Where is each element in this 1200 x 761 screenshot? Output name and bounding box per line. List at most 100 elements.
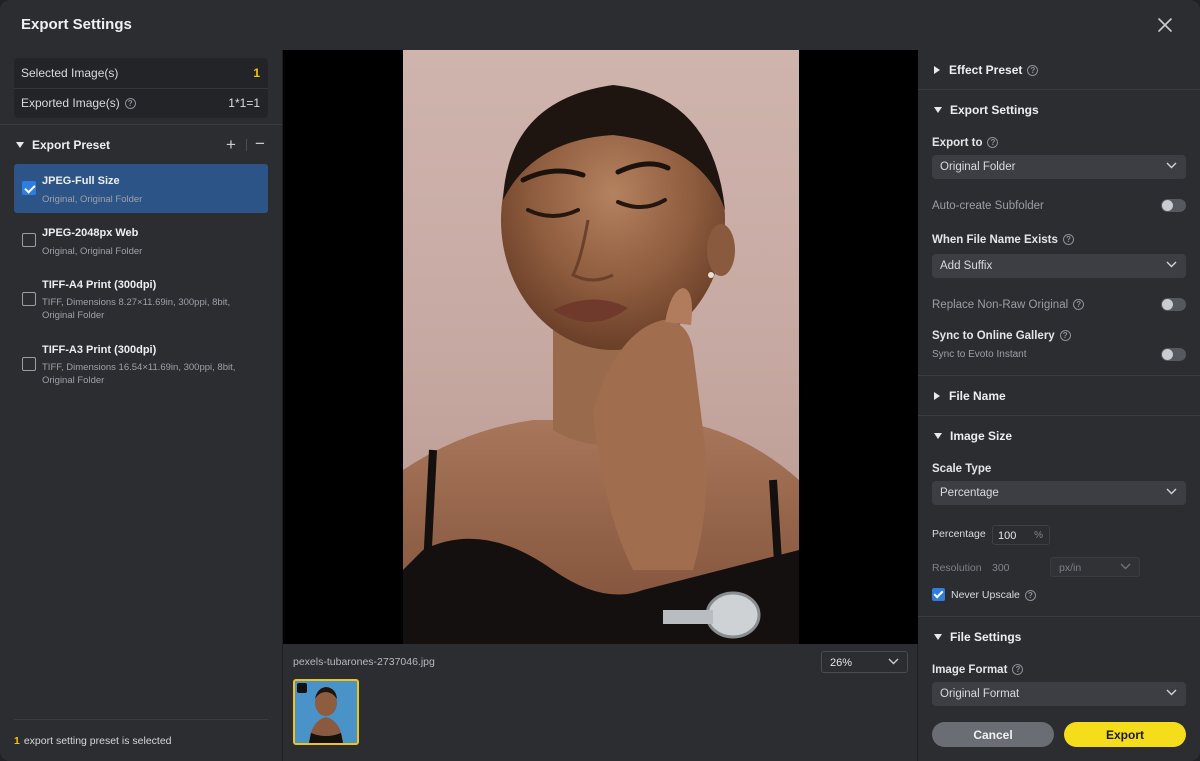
help-icon[interactable]: ? — [1062, 234, 1074, 246]
chevron-down-icon — [1166, 261, 1177, 268]
section-image-size[interactable]: Image Size — [934, 429, 1012, 443]
replace-original-label: Replace Non-Raw Original? — [932, 299, 1085, 311]
preset-name: JPEG-Full Size — [42, 175, 120, 187]
help-icon[interactable]: ? — [1027, 64, 1039, 76]
chevron-right-icon — [934, 66, 940, 74]
zoom-value: 26% — [830, 657, 853, 669]
divider — [14, 719, 268, 720]
exported-images-row: Exported Image(s)? 1*1=1 — [21, 88, 260, 118]
remove-preset-button[interactable]: − — [255, 134, 265, 154]
preset-description: TIFF, Dimensions 16.54×11.69in, 300ppi, … — [42, 362, 236, 386]
scale-type-value: Percentage — [940, 487, 999, 499]
divider — [246, 139, 247, 151]
help-icon[interactable]: ? — [124, 98, 136, 110]
preset-item-tiff-a3-print[interactable]: TIFF-A3 Print (300dpi) TIFF, Dimensions … — [14, 334, 268, 394]
preset-description: TIFF, Dimensions 8.27×11.69in, 300ppi, 8… — [42, 297, 231, 321]
auto-subfolder-toggle[interactable] — [1161, 199, 1186, 212]
chevron-down-icon — [1120, 563, 1131, 570]
export-button[interactable]: Export — [1064, 722, 1186, 747]
chevron-down-icon — [934, 433, 942, 439]
scale-type-label: Scale Type — [932, 463, 992, 475]
file-exists-text: When File Name Exists — [932, 234, 1058, 246]
divider — [918, 616, 1200, 617]
section-title: Effect Preset — [949, 63, 1023, 77]
divider — [918, 375, 1200, 376]
image-format-text: Image Format — [932, 664, 1008, 676]
image-thumbnail[interactable] — [293, 679, 359, 745]
export-to-value: Original Folder — [940, 161, 1016, 173]
sync-gallery-text: Sync to Online Gallery — [932, 330, 1055, 342]
preset-name: TIFF-A4 Print (300dpi) — [42, 279, 157, 291]
chevron-down-icon — [1166, 162, 1177, 169]
image-preview — [283, 50, 919, 644]
section-title: File Name — [949, 389, 1006, 403]
right-panel: Effect Preset ? Export Settings Export t… — [918, 50, 1200, 761]
zoom-select[interactable]: 26% — [821, 651, 908, 673]
export-to-select[interactable]: Original Folder — [932, 155, 1186, 179]
add-preset-button[interactable]: + — [226, 135, 236, 155]
chevron-right-icon — [934, 392, 940, 400]
image-format-select[interactable]: Original Format — [932, 682, 1186, 706]
help-icon[interactable]: ? — [987, 137, 999, 149]
edit-badge-icon — [297, 683, 307, 693]
help-icon[interactable]: ? — [1059, 330, 1071, 342]
scale-type-select[interactable]: Percentage — [932, 481, 1186, 505]
preset-name: JPEG-2048px Web — [42, 227, 139, 239]
sync-gallery-sublabel: Sync to Evoto Instant — [932, 349, 1027, 360]
image-format-value: Original Format — [940, 688, 1020, 700]
percentage-unit: % — [1034, 530, 1043, 541]
image-filename: pexels-tubarones-2737046.jpg — [293, 656, 435, 668]
sync-gallery-label: Sync to Online Gallery? — [932, 330, 1071, 342]
selected-images-label: Selected Image(s) — [21, 66, 119, 80]
selected-preset-text: export setting preset is selected — [23, 735, 172, 747]
resolution-unit-select[interactable]: px/in — [1050, 557, 1140, 577]
section-file-name[interactable]: File Name — [934, 389, 1006, 403]
never-upscale-checkbox[interactable] — [932, 588, 945, 601]
resolution-label: Resolution — [932, 562, 982, 574]
preset-item-jpeg-full-size[interactable]: JPEG-Full Size Original, Original Folder — [14, 164, 268, 213]
title-bar: Export Settings — [0, 0, 1200, 50]
section-title: Export Settings — [950, 103, 1039, 117]
preset-checkbox[interactable] — [22, 233, 36, 247]
image-format-label: Image Format? — [932, 664, 1024, 676]
help-icon[interactable]: ? — [1024, 589, 1036, 601]
preview-photo — [403, 50, 799, 644]
close-icon[interactable] — [1155, 15, 1175, 35]
preview-area: pexels-tubarones-2737046.jpg 26% — [282, 50, 919, 761]
percentage-input[interactable]: 100 % — [992, 525, 1050, 545]
exported-images-label: Exported Image(s) — [21, 96, 120, 110]
section-file-settings[interactable]: File Settings — [934, 630, 1021, 644]
chevron-down-icon — [1166, 689, 1177, 696]
divider — [918, 415, 1200, 416]
preset-checkbox[interactable] — [22, 292, 36, 306]
file-exists-label: When File Name Exists? — [932, 234, 1074, 246]
section-title: Image Size — [950, 429, 1013, 443]
file-exists-select[interactable]: Add Suffix — [932, 254, 1186, 278]
percentage-value: 100 — [998, 530, 1017, 542]
section-export-settings[interactable]: Export Settings — [934, 103, 1039, 117]
preset-checkbox[interactable] — [22, 181, 36, 195]
section-title: File Settings — [950, 630, 1022, 644]
resolution-value: 300 — [992, 562, 1010, 574]
export-preset-title: Export Preset — [32, 138, 111, 152]
preset-item-jpeg-2048px-web[interactable]: JPEG-2048px Web Original, Original Folde… — [14, 217, 268, 263]
sync-gallery-toggle[interactable] — [1161, 348, 1186, 361]
preset-item-tiff-a4-print[interactable]: TIFF-A4 Print (300dpi) TIFF, Dimensions … — [14, 269, 268, 329]
selected-images-row: Selected Image(s) 1 — [21, 58, 260, 88]
chevron-down-icon — [1166, 488, 1177, 495]
preset-selection-status: 1 export setting preset is selected — [14, 735, 172, 747]
replace-original-toggle[interactable] — [1161, 298, 1186, 311]
preset-name: TIFF-A3 Print (300dpi) — [42, 344, 157, 356]
export-preset-header[interactable]: Export Preset + − — [16, 134, 268, 155]
help-icon[interactable]: ? — [1012, 664, 1024, 676]
cancel-button[interactable]: Cancel — [932, 722, 1054, 747]
help-icon[interactable]: ? — [1073, 299, 1085, 311]
auto-subfolder-label: Auto-create Subfolder — [932, 200, 1044, 212]
section-effect-preset[interactable]: Effect Preset ? — [934, 63, 1039, 77]
preset-checkbox[interactable] — [22, 357, 36, 371]
portrait-image — [403, 85, 799, 644]
replace-original-text: Replace Non-Raw Original — [932, 299, 1069, 311]
export-settings-dialog: Export Settings Selected Image(s) 1 Expo… — [0, 0, 1200, 761]
percentage-label: Percentage — [932, 528, 986, 540]
chevron-down-icon — [934, 107, 942, 113]
